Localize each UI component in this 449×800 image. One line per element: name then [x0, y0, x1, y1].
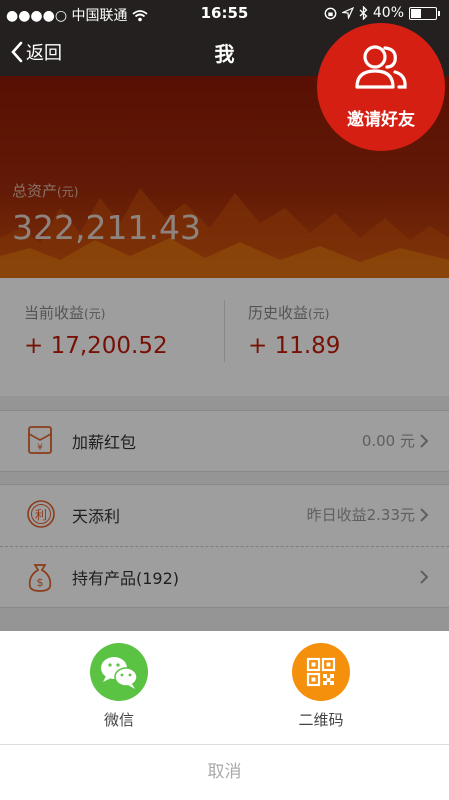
invite-friends-button[interactable]: 邀请好友 [317, 23, 445, 151]
qrcode-icon [292, 643, 350, 701]
battery-icon [409, 6, 440, 20]
share-sheet: 微信 二维码 取消 [0, 631, 449, 800]
share-qrcode-button[interactable]: 二维码 [271, 643, 371, 730]
users-icon [355, 45, 407, 89]
cancel-button[interactable]: 取消 [0, 745, 449, 800]
battery-percent: 40% [372, 5, 404, 21]
bluetooth-icon [359, 6, 368, 20]
share-wechat-label: 微信 [103, 711, 134, 729]
invite-friends-label: 邀请好友 [347, 110, 415, 130]
share-wechat-button[interactable]: 微信 [69, 643, 169, 730]
lock-rotation-icon [324, 7, 337, 19]
dim-overlay[interactable] [0, 76, 449, 631]
wechat-icon [90, 643, 148, 701]
share-qrcode-label: 二维码 [298, 711, 344, 729]
location-icon [341, 7, 354, 19]
